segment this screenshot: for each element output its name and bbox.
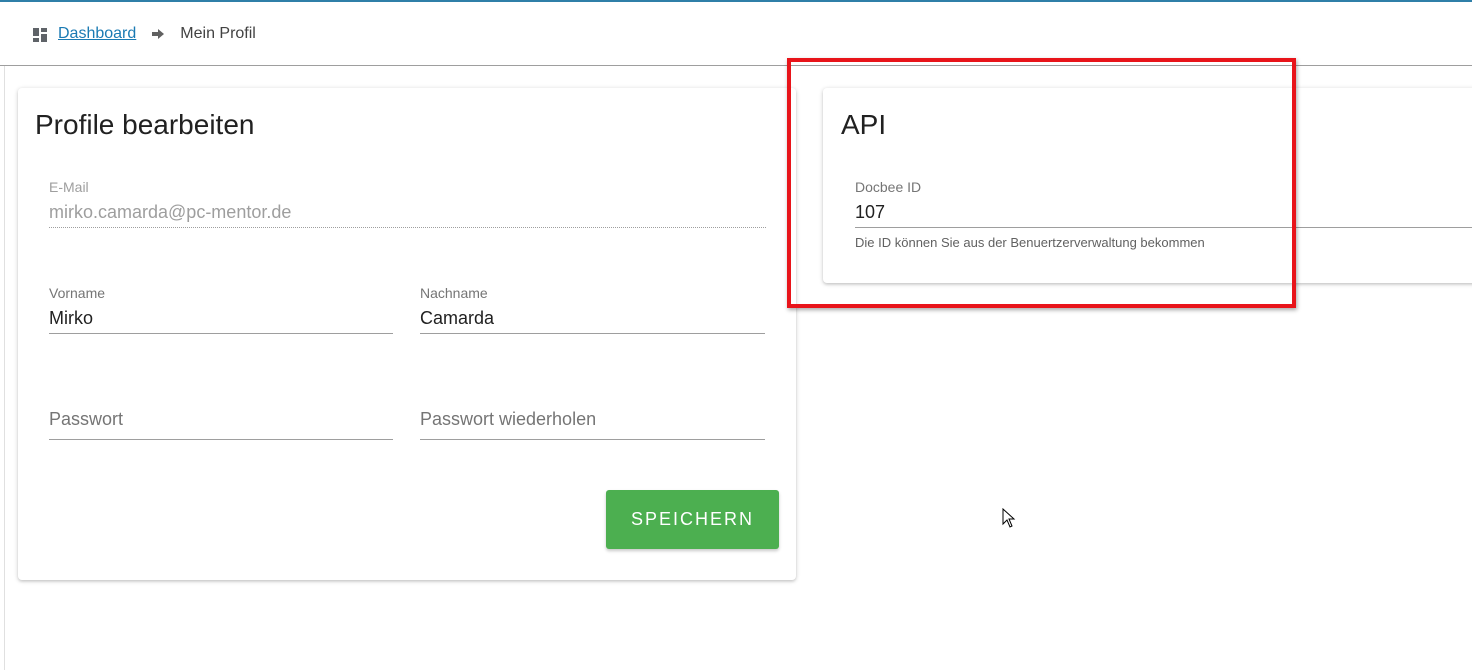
api-card: API Docbee ID 107 Die ID können Sie aus … xyxy=(823,88,1472,283)
api-card-title: API xyxy=(841,109,887,140)
password-repeat-field[interactable]: Passwort wiederholen xyxy=(420,400,765,440)
docbee-id-field[interactable]: Docbee ID 107 xyxy=(855,179,1472,228)
email-underline xyxy=(49,227,766,228)
password-underline xyxy=(49,439,393,440)
first-name-field[interactable]: Vorname Mirko xyxy=(49,285,393,334)
password-input[interactable]: Passwort xyxy=(49,409,123,430)
dashboard-icon xyxy=(33,27,47,42)
mouse-cursor-icon xyxy=(1002,508,1016,528)
breadcrumb-dashboard-link[interactable]: Dashboard xyxy=(58,25,136,43)
docbee-id-label: Docbee ID xyxy=(855,179,922,195)
docbee-id-hint: Die ID können Sie aus der Benuertzerverw… xyxy=(855,235,1205,250)
email-label: E-Mail xyxy=(49,179,89,195)
docbee-id-underline xyxy=(855,227,1472,228)
first-name-label: Vorname xyxy=(49,285,106,301)
profile-card-title: Profile bearbeiten xyxy=(35,109,255,140)
last-name-label: Nachname xyxy=(420,285,488,301)
password-repeat-underline xyxy=(420,439,765,440)
first-name-input[interactable]: Mirko xyxy=(49,307,393,329)
email-value: mirko.camarda@pc-mentor.de xyxy=(49,202,292,222)
password-field[interactable]: Passwort xyxy=(49,400,393,440)
first-name-underline xyxy=(49,333,393,334)
last-name-field[interactable]: Nachname Camarda xyxy=(420,285,765,334)
page: Dashboard Mein Profil Profile bearbeiten… xyxy=(0,0,1472,670)
arrow-right-icon xyxy=(152,28,165,39)
last-name-underline xyxy=(420,333,765,334)
breadcrumb-current: Mein Profil xyxy=(180,24,256,42)
password-repeat-input[interactable]: Passwort wiederholen xyxy=(420,409,596,430)
save-button[interactable]: SPEICHERN xyxy=(606,490,779,549)
docbee-id-input[interactable]: 107 xyxy=(855,201,1472,223)
last-name-input[interactable]: Camarda xyxy=(420,307,765,329)
email-field: E-Mail mirko.camarda@pc-mentor.de xyxy=(49,179,766,228)
breadcrumb: Dashboard Mein Profil xyxy=(0,2,1472,66)
left-divider xyxy=(4,66,5,670)
